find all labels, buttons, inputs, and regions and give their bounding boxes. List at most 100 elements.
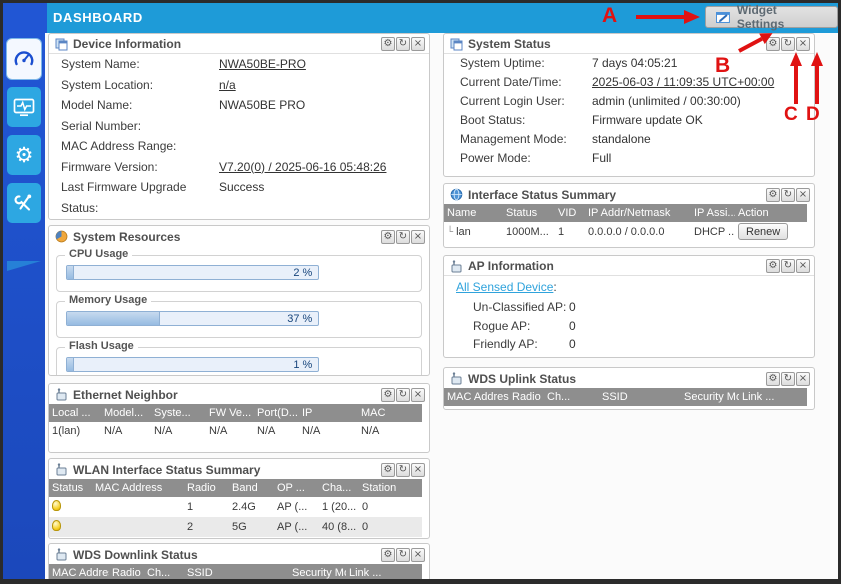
- firmware-version-link[interactable]: V7.20(0) / 2025-06-16 05:48:26: [219, 157, 386, 178]
- widget-gear-icon[interactable]: ⚙: [381, 388, 395, 402]
- column-header[interactable]: MAC Address: [444, 388, 509, 406]
- column-header[interactable]: Cha...: [319, 479, 359, 497]
- cell: N/A: [151, 422, 206, 440]
- column-header[interactable]: SSID: [599, 388, 681, 406]
- widget-close-icon[interactable]: ×: [796, 37, 810, 51]
- sidebar-item-dashboard[interactable]: [7, 39, 41, 79]
- cell: N/A: [299, 422, 358, 440]
- column-header[interactable]: Name: [444, 204, 503, 222]
- cell: N/A: [101, 422, 151, 440]
- widget-close-icon[interactable]: ×: [411, 548, 425, 562]
- column-header[interactable]: Security Mode: [289, 564, 346, 582]
- column-header[interactable]: SSID: [184, 564, 289, 582]
- wds-downlink-table: MAC Address Radio Ch... SSID Security Mo…: [49, 564, 422, 582]
- column-header[interactable]: IP Addr/Netmask: [585, 204, 691, 222]
- widget-refresh-icon[interactable]: ↻: [781, 372, 795, 386]
- widget-refresh-icon[interactable]: ↻: [396, 548, 410, 562]
- widget-settings-icon: [716, 11, 731, 24]
- tree-connector: └: [447, 227, 453, 238]
- widget-gear-icon[interactable]: ⚙: [381, 230, 395, 244]
- table-row[interactable]: 2 5G AP (... 40 (8... 0: [49, 517, 422, 537]
- column-header[interactable]: Radio: [109, 564, 144, 582]
- widget-gear-icon[interactable]: ⚙: [381, 37, 395, 51]
- column-header[interactable]: Ch...: [144, 564, 184, 582]
- column-header[interactable]: MAC: [358, 404, 422, 422]
- widget-refresh-icon[interactable]: ↻: [396, 388, 410, 402]
- widget-close-icon[interactable]: ×: [796, 188, 810, 202]
- column-header[interactable]: MAC Address: [92, 479, 184, 497]
- widget-gear-icon[interactable]: ⚙: [766, 259, 780, 273]
- column-header[interactable]: Link ...: [739, 388, 807, 406]
- widget-refresh-icon[interactable]: ↻: [396, 230, 410, 244]
- interface-name: lan: [456, 226, 471, 238]
- column-header[interactable]: OP ...: [274, 479, 319, 497]
- column-header[interactable]: Radio: [509, 388, 544, 406]
- column-header[interactable]: Syste...: [151, 404, 206, 422]
- column-header[interactable]: Local ...: [49, 404, 101, 422]
- panel-title: System Status: [468, 37, 761, 51]
- column-header[interactable]: IP Assi...: [691, 204, 735, 222]
- field-value: 2025-05-27 07:03:13: [219, 218, 330, 220]
- table-row[interactable]: 1(lan) N/A N/A N/A N/A N/A N/A: [49, 422, 422, 440]
- widget-refresh-icon[interactable]: ↻: [396, 37, 410, 51]
- column-header[interactable]: Station: [359, 479, 422, 497]
- widget-close-icon[interactable]: ×: [411, 388, 425, 402]
- column-header[interactable]: MAC Address: [49, 564, 109, 582]
- field-label: Last Firmware Upgrade Status:: [49, 177, 219, 218]
- field-value: 0: [569, 298, 576, 317]
- widget-close-icon[interactable]: ×: [411, 37, 425, 51]
- widget-refresh-icon[interactable]: ↻: [781, 37, 795, 51]
- field-label: System Uptime:: [444, 54, 592, 73]
- panel-system-status: System Status ⚙ ↻ × System Uptime:7 days…: [443, 33, 815, 177]
- ap-device-icon: [55, 548, 68, 561]
- sidebar: ⚙: [3, 33, 45, 579]
- bar-fill: [67, 358, 74, 371]
- column-header[interactable]: Security Mode: [681, 388, 739, 406]
- date-time-link[interactable]: 2025-06-03 / 11:09:35 UTC+00:00: [592, 73, 774, 92]
- sidebar-item-configuration[interactable]: ⚙: [7, 135, 41, 175]
- widget-settings-label: Widget Settings: [737, 3, 827, 31]
- widget-close-icon[interactable]: ×: [796, 372, 810, 386]
- widget-close-icon[interactable]: ×: [411, 463, 425, 477]
- memory-usage-bar: 37 %: [66, 311, 319, 326]
- sidebar-item-maintenance[interactable]: [7, 183, 41, 223]
- widget-close-icon[interactable]: ×: [796, 259, 810, 273]
- widget-settings-button[interactable]: Widget Settings: [705, 6, 838, 28]
- panel-title: WDS Uplink Status: [468, 372, 761, 386]
- column-header[interactable]: Model...: [101, 404, 151, 422]
- column-header[interactable]: Port(D...: [254, 404, 299, 422]
- panel-title: WLAN Interface Status Summary: [73, 463, 376, 477]
- system-name-link[interactable]: NWA50BE-PRO: [219, 54, 306, 75]
- column-header[interactable]: Status: [503, 204, 555, 222]
- all-sensed-device-link[interactable]: All Sensed Device: [456, 280, 553, 294]
- widget-close-icon[interactable]: ×: [411, 230, 425, 244]
- widget-gear-icon[interactable]: ⚙: [381, 463, 395, 477]
- renew-button[interactable]: Renew: [738, 223, 788, 240]
- column-header[interactable]: Band: [229, 479, 274, 497]
- table-row[interactable]: └ lan 1000M... 1 0.0.0.0 / 0.0.0.0 DHCP …: [444, 222, 807, 241]
- widget-refresh-icon[interactable]: ↻: [781, 188, 795, 202]
- cell: 1: [555, 222, 585, 241]
- ethernet-neighbor-table: Local ... Model... Syste... FW Ve... Por…: [49, 404, 422, 440]
- column-header[interactable]: VID: [555, 204, 585, 222]
- column-header[interactable]: Status: [49, 479, 92, 497]
- column-header[interactable]: Radio: [184, 479, 229, 497]
- table-row[interactable]: 1 2.4G AP (... 1 (20... 0: [49, 497, 422, 517]
- widget-refresh-icon[interactable]: ↻: [781, 259, 795, 273]
- panel-title: Interface Status Summary: [468, 188, 761, 202]
- widget-gear-icon[interactable]: ⚙: [766, 188, 780, 202]
- column-header[interactable]: FW Ve...: [206, 404, 254, 422]
- annotation-letter-a: A: [602, 5, 617, 26]
- sidebar-item-monitor[interactable]: [7, 87, 41, 127]
- top-bar: DASHBOARD Widget Settings: [3, 3, 838, 33]
- widget-refresh-icon[interactable]: ↻: [396, 463, 410, 477]
- column-header[interactable]: IP: [299, 404, 358, 422]
- bulb-on-icon: [52, 520, 61, 531]
- widget-gear-icon[interactable]: ⚙: [381, 548, 395, 562]
- widget-gear-icon[interactable]: ⚙: [766, 372, 780, 386]
- column-header[interactable]: Link ...: [346, 564, 422, 582]
- cell: [92, 517, 184, 537]
- column-header[interactable]: Action: [735, 204, 807, 222]
- system-location-link[interactable]: n/a: [219, 75, 236, 96]
- column-header[interactable]: Ch...: [544, 388, 599, 406]
